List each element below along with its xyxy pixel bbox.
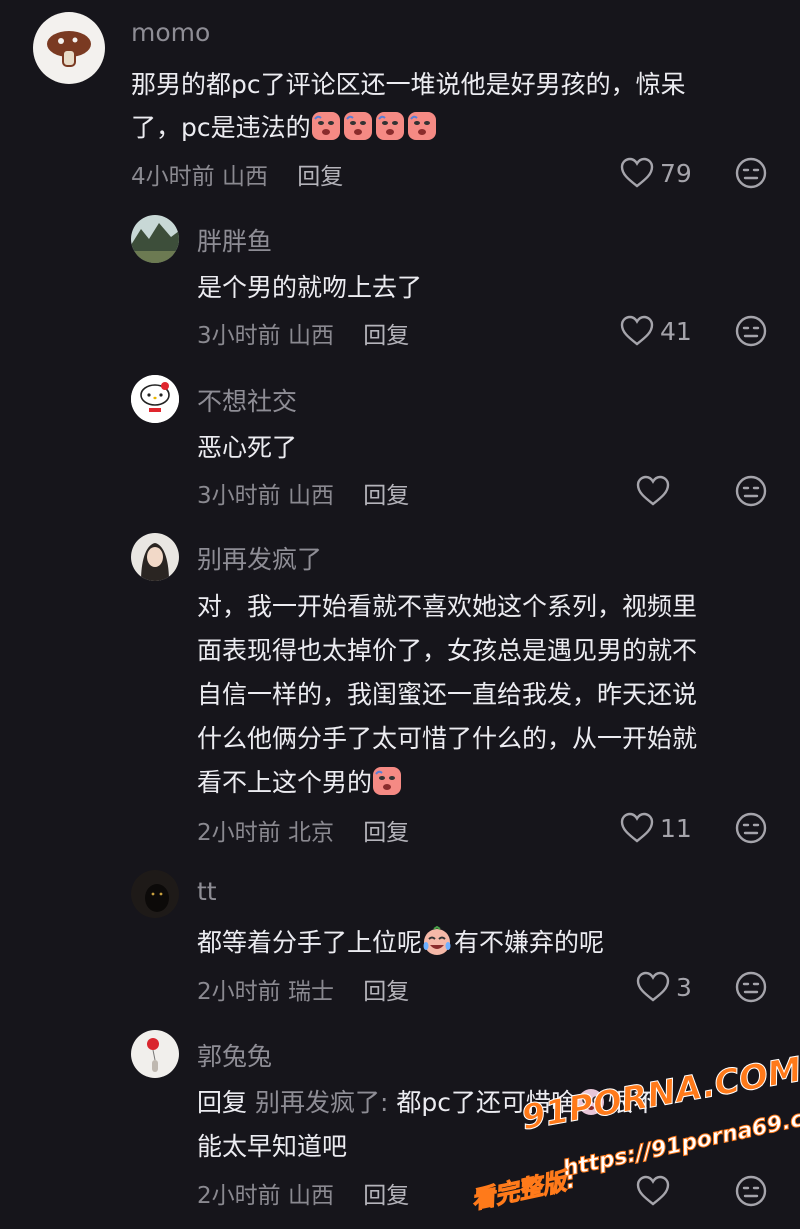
like-count: 79	[660, 158, 692, 188]
reply-button[interactable]: 回复	[363, 820, 409, 846]
comment-text: 是个男的就吻上去了	[197, 273, 423, 302]
like-count: 41	[660, 316, 692, 346]
like-button[interactable]: 3	[636, 967, 692, 1007]
heart-icon	[636, 475, 670, 506]
dislike-button[interactable]	[735, 157, 767, 189]
dislike-button[interactable]	[735, 971, 767, 1003]
location: 山西	[287, 483, 334, 509]
like-button[interactable]	[636, 471, 670, 511]
location: 瑞士	[287, 979, 334, 1005]
neutral-face-icon	[735, 971, 767, 1003]
location: 山西	[287, 1183, 334, 1209]
like-count: 11	[660, 813, 692, 843]
comment-text: 恶心死了	[197, 433, 298, 462]
heart-icon	[620, 812, 654, 843]
username[interactable]: 不想社交	[197, 382, 297, 418]
watermark-label: 看完整版:	[468, 1165, 578, 1215]
avatar[interactable]	[131, 533, 179, 581]
timestamp: 3小时前	[197, 323, 281, 349]
username[interactable]: tt	[197, 877, 217, 906]
timestamp: 2小时前	[197, 979, 281, 1005]
reply-button[interactable]: 回复	[363, 483, 409, 509]
neutral-face-icon	[735, 315, 767, 347]
heart-icon	[636, 971, 670, 1002]
timestamp: 2小时前	[197, 1183, 281, 1209]
location: 北京	[287, 820, 334, 846]
comment-meta: 3小时前 山西 回复	[197, 316, 409, 350]
like-count: 3	[676, 972, 692, 1002]
comment-meta: 4小时前 山西 回复	[131, 157, 343, 191]
comment-text-line: 自信一样的，我闺蜜还一直给我发，昨天还说	[197, 680, 698, 709]
avatar[interactable]	[131, 870, 179, 918]
watermark-overlay: 91PORNA.COM https://91porna69.com 看完整版:	[468, 1049, 800, 1220]
avatar[interactable]	[131, 1030, 179, 1078]
reply-button[interactable]: 回复	[363, 323, 409, 349]
reply-item: 别再发疯了 对，我一开始看就不喜欢她这个系列，视频里 面表现得也太掉价了，女孩总…	[0, 520, 800, 860]
heart-icon	[620, 315, 654, 346]
like-button[interactable]: 41	[620, 311, 692, 351]
mushroom-icon	[47, 31, 91, 67]
comment-item: momo 那男的都pc了评论区还一堆说他是好男孩的，惊呆 了，pc是违法的 4小…	[0, 0, 800, 200]
reply-to-username[interactable]: 别再发疯了:	[255, 1088, 388, 1117]
username[interactable]: 胖胖鱼	[197, 222, 272, 258]
neutral-face-icon	[735, 157, 767, 189]
reply-item: 胖胖鱼 是个男的就吻上去了 3小时前 山西 回复 41	[0, 200, 800, 360]
timestamp: 3小时前	[197, 483, 281, 509]
crying-face-emoji-icon	[311, 111, 341, 141]
dislike-button[interactable]	[735, 475, 767, 507]
portrait-photo-icon	[131, 533, 179, 581]
reply-button[interactable]: 回复	[363, 1183, 409, 1209]
comment-text: 都等着分手了上位呢 有不嫌弃的呢	[197, 926, 605, 957]
like-button[interactable]: 79	[620, 153, 692, 193]
reply-button[interactable]: 回复	[297, 164, 343, 190]
timestamp: 4小时前	[131, 164, 215, 190]
reply-item: 不想社交 恶心死了 3小时前 山西 回复	[0, 360, 800, 520]
comment-meta: 2小时前 山西 回复	[197, 1176, 409, 1210]
neutral-face-icon	[735, 812, 767, 844]
avatar[interactable]	[131, 215, 179, 263]
reply-prefix: 回复	[197, 1088, 248, 1117]
dark-photo-icon	[131, 870, 179, 918]
comment-text-line: 能太早知道吧	[197, 1132, 348, 1161]
timestamp: 2小时前	[197, 820, 281, 846]
comment-meta: 2小时前 北京 回复	[197, 813, 409, 847]
comment-text-line: 了，pc是违法的	[131, 108, 439, 144]
reply-button[interactable]: 回复	[363, 979, 409, 1005]
comment-meta: 3小时前 山西 回复	[197, 476, 409, 510]
heart-icon	[620, 157, 654, 188]
comment-text: 那男的都pc了评论区还一堆说他是好男孩的，惊呆	[131, 70, 686, 99]
username[interactable]: momo	[131, 18, 210, 47]
comment-meta: 2小时前 瑞士 回复	[197, 972, 409, 1006]
neutral-face-icon	[735, 475, 767, 507]
tearful-laugh-emoji-icon	[422, 926, 452, 956]
crying-face-emoji-icon	[407, 111, 437, 141]
location: 山西	[221, 164, 268, 190]
reply-item: tt 都等着分手了上位呢 有不嫌弃的呢 2小时前 瑞士 回复 3	[0, 860, 800, 1020]
crying-face-emoji-icon	[375, 111, 405, 141]
location: 山西	[287, 323, 334, 349]
comment-text-line: 什么他俩分手了太可惜了什么的，从一开始就	[197, 724, 698, 753]
username[interactable]: 别再发疯了	[197, 540, 322, 576]
like-button[interactable]: 11	[620, 808, 692, 848]
landscape-photo-icon	[131, 215, 179, 263]
dislike-button[interactable]	[735, 315, 767, 347]
comment-text-line: 面表现得也太掉价了，女孩总是遇见男的就不	[197, 636, 698, 665]
balloon-photo-icon	[131, 1030, 179, 1078]
comment-text-line: 看不上这个男的	[197, 763, 404, 799]
username[interactable]: 郭兔兔	[197, 1037, 272, 1073]
dislike-button[interactable]	[735, 812, 767, 844]
comment-text: 对，我一开始看就不喜欢她这个系列，视频里	[197, 592, 698, 621]
crying-face-emoji-icon	[372, 766, 402, 796]
cat-character-icon	[131, 375, 179, 423]
crying-face-emoji-icon	[343, 111, 373, 141]
avatar[interactable]	[131, 375, 179, 423]
avatar[interactable]	[33, 12, 105, 84]
